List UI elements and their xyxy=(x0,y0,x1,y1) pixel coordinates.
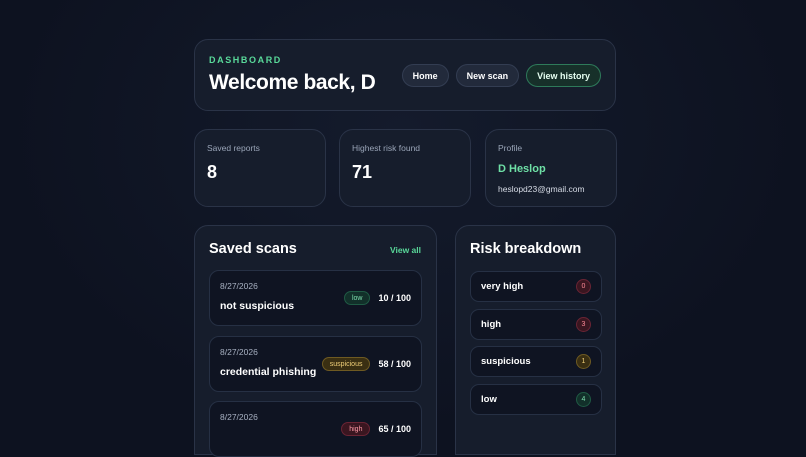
risk-item-very-high[interactable]: very high 0 xyxy=(470,271,602,302)
risk-breakdown-title: Risk breakdown xyxy=(470,241,582,257)
scan-list-item[interactable]: 8/27/2026 not suspicious low 10 / 100 xyxy=(209,270,422,326)
scan-score: 10 / 100 xyxy=(378,293,411,303)
view-history-button[interactable]: View history xyxy=(526,64,601,87)
scan-date: 8/27/2026 xyxy=(220,347,258,357)
highest-risk-value: 71 xyxy=(352,162,373,182)
saved-scans-panel: Saved scans View all 8/27/2026 not suspi… xyxy=(194,225,437,457)
scan-date: 8/27/2026 xyxy=(220,412,258,422)
scan-score: 58 / 100 xyxy=(378,359,411,369)
profile-email: heslopd23@gmail.com xyxy=(498,184,585,194)
risk-count: 4 xyxy=(576,392,591,407)
risk-label: suspicious xyxy=(481,356,531,367)
scan-list-item[interactable]: 8/27/2026 high 65 / 100 xyxy=(209,401,422,457)
scan-date: 8/27/2026 xyxy=(220,281,258,291)
new-scan-button[interactable]: New scan xyxy=(455,64,520,87)
risk-count: 1 xyxy=(576,354,591,369)
scan-result: high 65 / 100 xyxy=(341,422,411,436)
risk-item-suspicious[interactable]: suspicious 1 xyxy=(470,346,602,377)
risk-item-high[interactable]: high 3 xyxy=(470,309,602,340)
risk-badge: suspicious xyxy=(321,357,371,371)
risk-label: very high xyxy=(481,281,524,292)
risk-item-low[interactable]: low 4 xyxy=(470,384,602,415)
saved-reports-card: Saved reports 8 xyxy=(194,129,326,207)
risk-count: 3 xyxy=(576,317,591,332)
risk-label: low xyxy=(481,394,497,405)
scan-result: low 10 / 100 xyxy=(343,291,411,305)
saved-reports-value: 8 xyxy=(207,162,218,182)
profile-name: D Heslop xyxy=(498,163,546,175)
dashboard-header: DASHBOARD Welcome back, D Home New scan … xyxy=(194,39,616,111)
view-all-link[interactable]: View all xyxy=(390,245,421,255)
scan-result: suspicious 58 / 100 xyxy=(321,357,411,371)
saved-reports-label: Saved reports xyxy=(207,143,260,153)
header-nav: Home New scan View history xyxy=(401,64,601,87)
highest-risk-card: Highest risk found 71 xyxy=(339,129,471,207)
home-button[interactable]: Home xyxy=(401,64,449,87)
risk-badge: low xyxy=(343,291,371,305)
profile-card: Profile D Heslop heslopd23@gmail.com xyxy=(485,129,617,207)
risk-count: 0 xyxy=(576,279,591,294)
risk-label: high xyxy=(481,319,502,330)
highest-risk-label: Highest risk found xyxy=(352,143,421,153)
scan-list-item[interactable]: 8/27/2026 credential phishing suspicious… xyxy=(209,336,422,392)
risk-badge: high xyxy=(341,422,371,436)
profile-label: Profile xyxy=(498,143,523,153)
risk-breakdown-panel: Risk breakdown very high 0 high 3 suspic… xyxy=(455,225,616,455)
